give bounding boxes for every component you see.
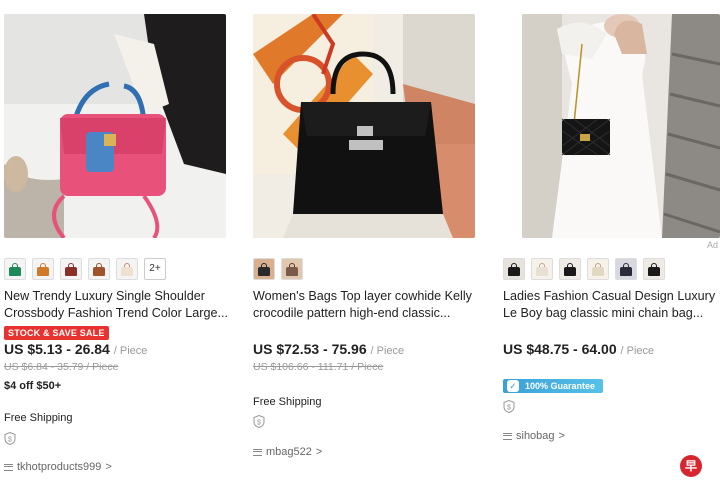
product-image-1[interactable] (4, 14, 226, 238)
product-title-2[interactable]: Women's Bags Top layer cowhide Kelly cro… (253, 288, 479, 322)
more-variants-button[interactable]: 2+ (144, 258, 166, 280)
store-icon (4, 463, 13, 471)
svg-text:$: $ (257, 420, 261, 427)
price-unit: / Piece (113, 345, 148, 357)
variant-swatches-3 (503, 258, 665, 280)
product-title-line: New Trendy Luxury Single Shoulder (4, 289, 205, 303)
variant-swatch[interactable] (587, 258, 609, 280)
store-link-2[interactable]: mbag522 > (253, 446, 322, 458)
shipping-label-1: Free Shipping (4, 412, 73, 424)
original-price-1: US $6.84 - 35.79 / Piece (4, 361, 119, 373)
product-image-3[interactable] (522, 14, 720, 238)
price-range-1: US $5.13 - 26.84 / Piece (4, 341, 147, 357)
guarantee-badge: ✓ 100% Guarantee (503, 379, 604, 393)
store-icon (503, 432, 512, 440)
variant-swatch[interactable] (88, 258, 110, 280)
price-range-2: US $72.53 - 75.96 / Piece (253, 341, 404, 357)
store-link-1[interactable]: tkhotproducts999 > (4, 461, 112, 473)
price-value: US $48.75 - 64.00 (503, 341, 617, 357)
store-link-3[interactable]: sihobag > (503, 430, 565, 442)
product-title-1[interactable]: New Trendy Luxury Single Shoulder Crossb… (4, 288, 230, 322)
shipping-label-2: Free Shipping (253, 396, 322, 408)
product-title-3[interactable]: Ladies Fashion Casual Design Luxury Le B… (503, 288, 718, 322)
variant-swatch[interactable] (281, 258, 303, 280)
promo-coupon-1: $4 off $50+ (4, 380, 62, 392)
price-value: US $72.53 - 75.96 (253, 341, 367, 357)
watermark-logo: 早 (680, 455, 702, 477)
store-name: mbag522 (266, 446, 312, 458)
variant-swatch[interactable] (503, 258, 525, 280)
ad-label: Ad (706, 240, 718, 250)
price-unit: / Piece (370, 345, 405, 357)
price-unit: / Piece (620, 345, 655, 357)
store-name: sihobag (516, 430, 555, 442)
svg-text:$: $ (507, 405, 511, 412)
price-value: US $5.13 - 26.84 (4, 341, 110, 357)
svg-text:$: $ (8, 437, 12, 444)
shield-icon: $ (503, 400, 515, 413)
product-title-line: Le Boy bag classic mini chain bag... (503, 306, 704, 320)
chevron-right-icon: > (315, 446, 323, 458)
product-title-line: Ladies Fashion Casual Design Luxury (503, 289, 716, 303)
product-title-line: crocodile pattern high-end classic... (253, 306, 451, 320)
shield-icon: $ (4, 432, 16, 445)
guarantee-text: 100% Guarantee (525, 381, 596, 391)
store-name: tkhotproducts999 (17, 461, 102, 473)
variant-swatch[interactable] (253, 258, 275, 280)
product-title-line: Women's Bags Top layer cowhide Kelly (253, 289, 472, 303)
price-range-3: US $48.75 - 64.00 / Piece (503, 341, 654, 357)
store-icon (253, 448, 262, 456)
variant-swatch[interactable] (559, 258, 581, 280)
chevron-right-icon: > (105, 461, 112, 473)
variant-swatch[interactable] (4, 258, 26, 280)
variant-swatch[interactable] (116, 258, 138, 280)
variant-swatch[interactable] (32, 258, 54, 280)
chevron-right-icon: > (558, 430, 565, 442)
product-title-line: Crossbody Fashion Trend Color Large... (4, 306, 228, 320)
variant-swatch[interactable] (60, 258, 82, 280)
original-price-2: US $106.66 - 111.71 / Piece (253, 361, 384, 373)
sale-badge: STOCK & SAVE SALE (4, 326, 109, 340)
variant-swatch[interactable] (615, 258, 637, 280)
variant-swatch[interactable] (531, 258, 553, 280)
product-image-2[interactable] (253, 14, 475, 238)
variant-swatch[interactable] (643, 258, 665, 280)
variant-swatches-2 (253, 258, 303, 280)
variant-swatches-1: 2+ (4, 258, 166, 280)
check-shield-icon: ✓ (507, 380, 519, 392)
shield-icon: $ (253, 415, 265, 428)
